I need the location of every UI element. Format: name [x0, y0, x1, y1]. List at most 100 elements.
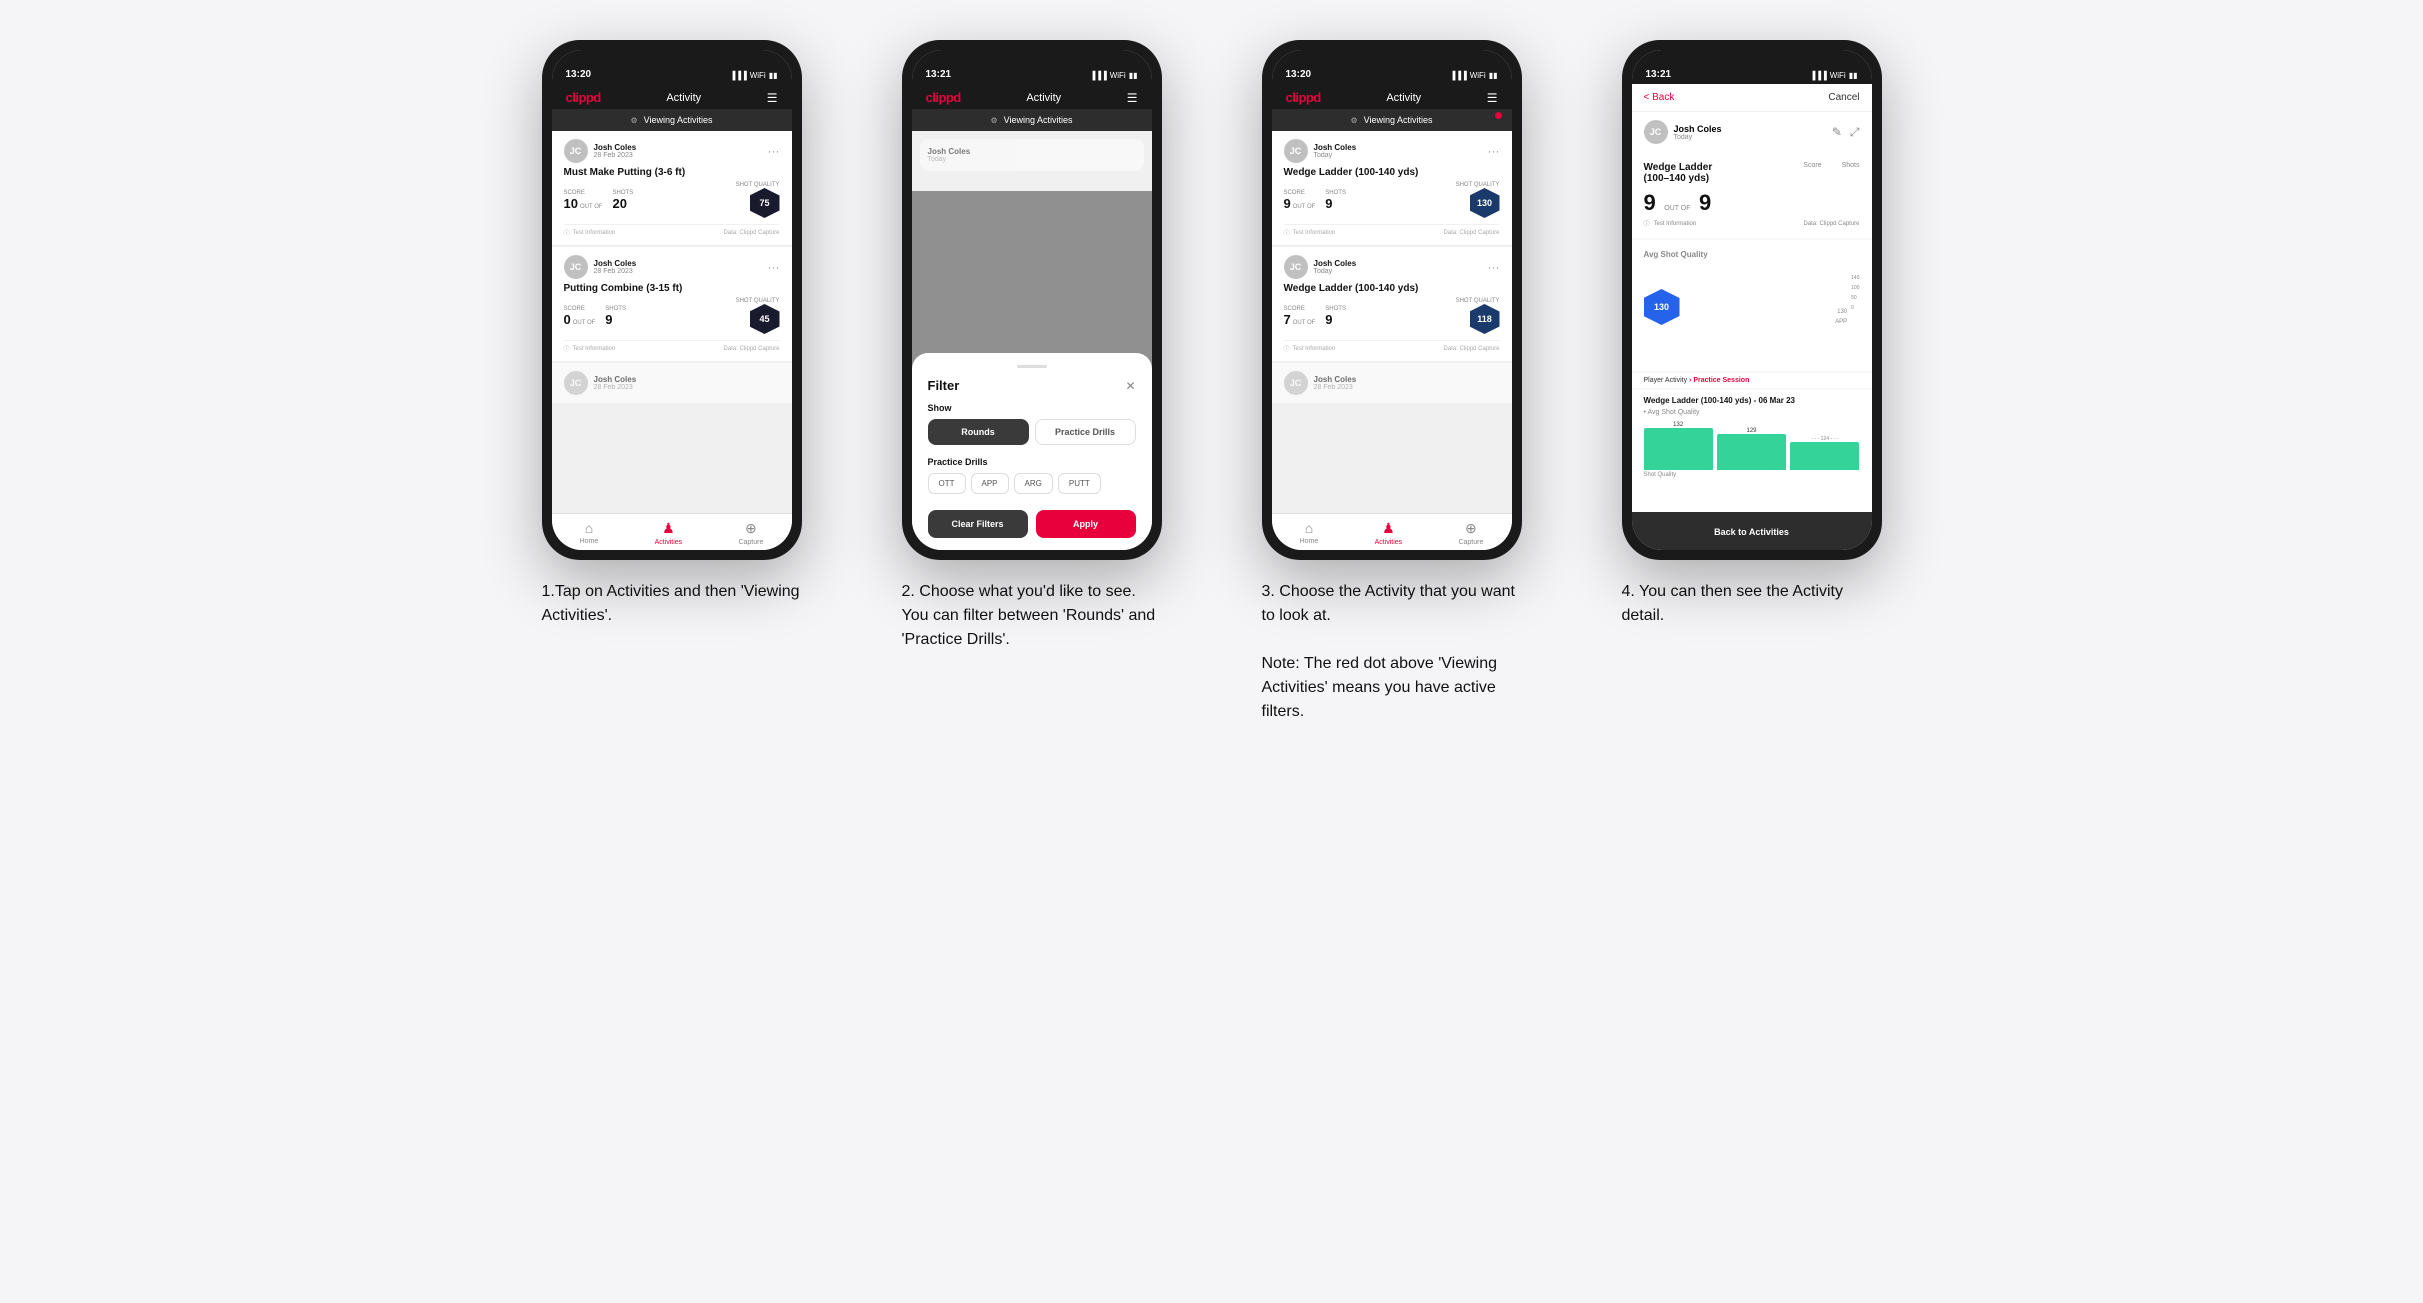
activity-card-2[interactable]: JC Josh Coles 28 Feb 2023 ··· Putting Co…: [552, 247, 792, 361]
activity-card-1[interactable]: JC Josh Coles 28 Feb 2023 ··· Must Make …: [552, 131, 792, 245]
cancel-btn-4[interactable]: Cancel: [1828, 92, 1859, 103]
back-activities-label-4: Back to Activities: [1714, 527, 1789, 537]
status-icons-2: ▐▐▐ WiFi ▮▮: [1090, 71, 1138, 80]
edit-icon-4[interactable]: ✎: [1832, 125, 1842, 140]
nav-bar-2: clippd Activity ☰: [912, 84, 1152, 109]
sq-label-2: Shot Quality: [736, 298, 780, 304]
detail-user-row-4: JC Josh Coles Today ✎ ⤢: [1632, 112, 1872, 152]
status-time-1: 13:20: [566, 69, 592, 80]
nav-activities-3[interactable]: ♟ Activities: [1375, 520, 1403, 546]
filter-overlay: Filter ✕ Show Rounds Practice Drills Pra…: [912, 191, 1152, 550]
phone-3-inner: 13:20 ▐▐▐ WiFi ▮▮ clippd Activity ☰ ⚙: [1272, 50, 1512, 550]
filter-toggle-row: Rounds Practice Drills: [928, 419, 1136, 445]
status-icons-4: ▐▐▐ WiFi ▮▮: [1810, 71, 1858, 80]
sq-badge-1: 75: [750, 188, 780, 218]
back-to-activities-4[interactable]: Back to Activities: [1632, 512, 1872, 550]
more-btn-2[interactable]: ···: [768, 260, 780, 274]
menu-icon-3[interactable]: ☰: [1487, 91, 1498, 105]
y-label-140: 140: [1851, 275, 1859, 281]
home-icon-1: ⌂: [585, 520, 593, 536]
shots-val-3a: 9: [1325, 196, 1346, 211]
logo-1: clippd: [566, 90, 601, 105]
more-btn-3b[interactable]: ···: [1488, 260, 1500, 274]
back-btn-4[interactable]: < Back: [1644, 92, 1675, 103]
phone-2-wrapper: 13:21 ▐▐▐ WiFi ▮▮ clippd Activity ☰: [902, 40, 1162, 560]
user-name-1: Josh Coles: [594, 143, 637, 152]
nav-home-3[interactable]: ⌂ Home: [1300, 520, 1319, 546]
phone-4-wrapper: 13:21 ▐▐▐ WiFi ▮▮ < Back Cancel: [1622, 40, 1882, 560]
signal-icon-4: ▐▐▐: [1810, 71, 1827, 80]
score-val-3b: 7: [1284, 312, 1291, 327]
sq-val-3b: 118: [1477, 314, 1492, 324]
status-icons-1: ▐▐▐ WiFi ▮▮: [730, 71, 778, 80]
shots-val-3b: 9: [1325, 312, 1346, 327]
bar-max-label-4: 130: [1837, 309, 1847, 315]
user-date-3b: Today: [1314, 268, 1357, 275]
practice-label-4: Player Activity › Practice Session: [1632, 373, 1872, 388]
clear-filters-btn[interactable]: Clear Filters: [928, 510, 1028, 538]
viewing-label-2: Viewing Activities: [1004, 115, 1073, 125]
phone-4: 13:21 ▐▐▐ WiFi ▮▮ < Back Cancel: [1622, 40, 1882, 560]
user-date-2: 28 Feb 2023: [594, 268, 637, 275]
wifi-icon: WiFi: [750, 71, 766, 80]
partial-date: 28 Feb 2023: [594, 384, 637, 391]
footer-right-1: Data: Clippd Capture: [723, 230, 779, 236]
menu-icon-1[interactable]: ☰: [767, 91, 778, 105]
chip-app[interactable]: APP: [971, 473, 1009, 494]
shot-quality-axis-4: Shot Quality: [1644, 472, 1860, 478]
wifi-icon-2: WiFi: [1110, 71, 1126, 80]
chip-ott[interactable]: OTT: [928, 473, 966, 494]
capture-icon-3: ⊕: [1465, 520, 1477, 537]
bottom-nav-3: ⌂ Home ♟ Activities ⊕ Capture: [1272, 513, 1512, 550]
chip-putt[interactable]: PUTT: [1058, 473, 1101, 494]
detail-score-num-4: 9: [1644, 190, 1656, 215]
activities-icon-1: ♟: [662, 520, 675, 537]
sq-label-3b: Shot Quality: [1456, 298, 1500, 304]
nav-capture-3[interactable]: ⊕ Capture: [1458, 520, 1483, 546]
battery-icon-4: ▮▮: [1849, 71, 1858, 80]
phone-2: 13:21 ▐▐▐ WiFi ▮▮ clippd Activity ☰: [902, 40, 1162, 560]
viewing-bar-3[interactable]: ⚙ Viewing Activities: [1272, 109, 1512, 131]
rounds-toggle[interactable]: Rounds: [928, 419, 1029, 445]
bottom-nav-1: ⌂ Home ♟ Activities ⊕ Capture: [552, 513, 792, 550]
nav-activities-1[interactable]: ♟ Activities: [655, 520, 683, 546]
detail-outof-num-4: 9: [1699, 190, 1711, 215]
test-info-icon-4: ⓘ: [1644, 219, 1650, 228]
partial-date-3: 28 Feb 2023: [1314, 384, 1357, 391]
viewing-bar-1[interactable]: ⚙ Viewing Activities: [552, 109, 792, 131]
viewing-bar-2[interactable]: ⚙ Viewing Activities: [912, 109, 1152, 131]
practice-session-sub-4: Practice Session: [1693, 377, 1749, 384]
filter-close-btn[interactable]: ✕: [1125, 379, 1135, 393]
filter-handle: [1017, 365, 1047, 368]
nav-home-1[interactable]: ⌂ Home: [580, 520, 599, 546]
nav-capture-1[interactable]: ⊕ Capture: [738, 520, 763, 546]
more-btn-1[interactable]: ···: [768, 144, 780, 158]
phone-4-inner: 13:21 ▐▐▐ WiFi ▮▮ < Back Cancel: [1632, 50, 1872, 550]
viewing-label-3: Viewing Activities: [1364, 115, 1433, 125]
user-name-2: Josh Coles: [594, 259, 637, 268]
menu-icon-2[interactable]: ☰: [1127, 91, 1138, 105]
score-val-2: 0: [564, 312, 571, 327]
detail-shots-label-4: Shots: [1842, 162, 1860, 169]
step-1-desc: 1.Tap on Activities and then 'Viewing Ac…: [542, 580, 802, 628]
y-label-50: 50: [1851, 295, 1859, 301]
expand-icon-4[interactable]: ⤢: [1850, 125, 1860, 140]
more-btn-3a[interactable]: ···: [1488, 144, 1500, 158]
user-name-3b: Josh Coles: [1314, 259, 1357, 268]
detail-bar-1: [1644, 428, 1713, 470]
apply-btn[interactable]: Apply: [1036, 510, 1136, 538]
footer-right-2: Data: Clippd Capture: [723, 346, 779, 352]
card-title-3a: Wedge Ladder (100-140 yds): [1284, 167, 1500, 178]
practice-drills-toggle[interactable]: Practice Drills: [1035, 419, 1136, 445]
logo-2: clippd: [926, 90, 961, 105]
chip-arg[interactable]: ARG: [1014, 473, 1053, 494]
activity-card-3b[interactable]: JC Josh Coles Today ··· Wedge Ladder (10…: [1272, 247, 1512, 361]
phone-content-3: JC Josh Coles Today ··· Wedge Ladder (10…: [1272, 131, 1512, 513]
partial-name-3: Josh Coles: [1314, 375, 1357, 384]
avatar-2: JC: [564, 255, 588, 279]
detail-header-4: < Back Cancel: [1632, 84, 1872, 112]
nav-title-1: Activity: [666, 92, 701, 104]
battery-icon: ▮▮: [769, 71, 778, 80]
activity-card-3a[interactable]: JC Josh Coles Today ··· Wedge Ladder (10…: [1272, 131, 1512, 245]
avatar-4: JC: [1644, 120, 1668, 144]
